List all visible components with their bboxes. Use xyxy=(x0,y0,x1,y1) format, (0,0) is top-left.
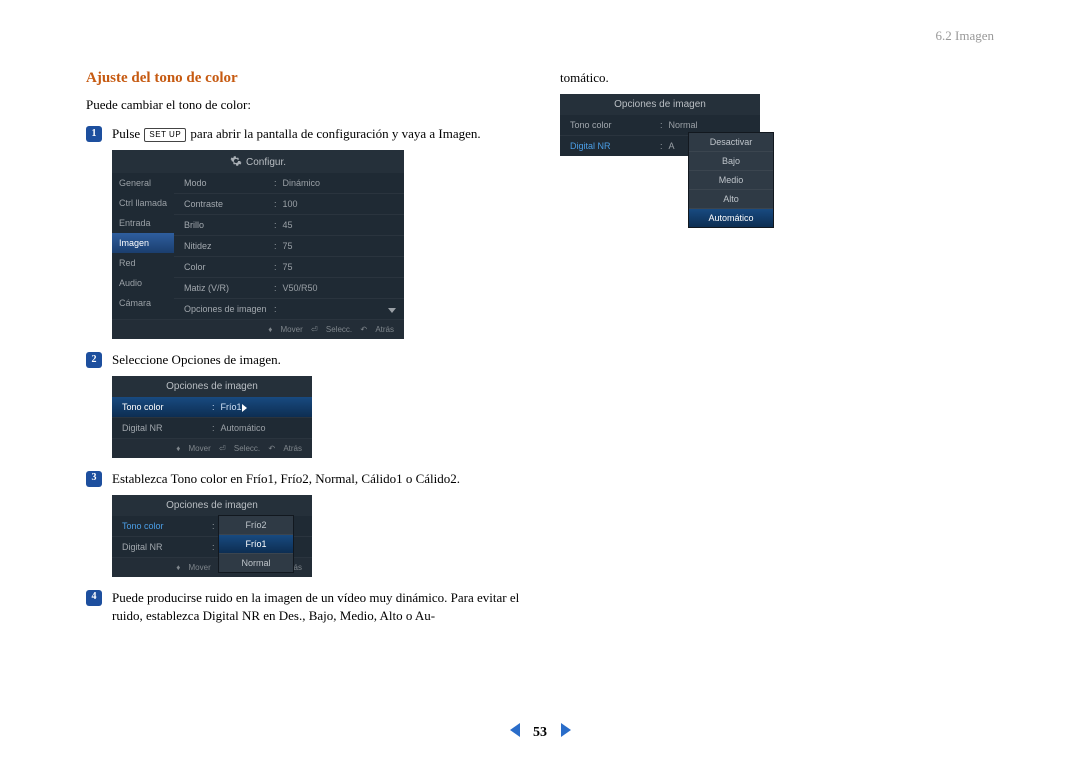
popup-frio2[interactable]: Frío2 xyxy=(219,516,293,534)
popup-frio1[interactable]: Frío1 xyxy=(219,534,293,553)
osd4-popup: Desactivar Bajo Medio Alto Automático xyxy=(688,132,774,228)
osd1-side-general[interactable]: General xyxy=(112,173,174,193)
next-page-icon[interactable] xyxy=(561,723,571,737)
osd2-row-digital[interactable]: Digital NRAutomático xyxy=(112,417,312,438)
section-title: Ajuste del tono de color xyxy=(86,70,520,87)
osd-opciones-1: Opciones de imagen Tono colorFrío1 Digit… xyxy=(112,376,312,458)
osd2-footer: ♦ Mover ⏎ Selecc. ↶ Atrás xyxy=(112,438,312,458)
osd4-title: Opciones de imagen xyxy=(560,94,760,115)
osd3-title: Opciones de imagen xyxy=(112,495,312,516)
osd3-popup: Frío2 Frío1 Normal xyxy=(218,515,294,573)
osd1-row-nitidez[interactable]: Nitidez75 xyxy=(174,235,404,256)
step-4-text: Puede producirse ruido en la imagen de u… xyxy=(112,589,520,627)
step-badge-2: 2 xyxy=(86,352,102,368)
osd1-row-matiz[interactable]: Matiz (V/R)V50/R50 xyxy=(174,277,404,298)
osd1-title: Configur. xyxy=(112,150,404,173)
step-badge-4: 4 xyxy=(86,590,102,606)
step-badge-3: 3 xyxy=(86,471,102,487)
osd1-row-color[interactable]: Color75 xyxy=(174,256,404,277)
selecc-hint: ⏎ Selecc. xyxy=(311,325,352,334)
step-4: 4 Puede producirse ruido en la imagen de… xyxy=(86,589,520,627)
header-section: 6.2 Imagen xyxy=(936,28,994,44)
osd1-row-opciones[interactable]: Opciones de imagen xyxy=(174,298,404,319)
osd1-side-red[interactable]: Red xyxy=(112,253,174,273)
atras-hint: ↶ Atrás xyxy=(360,325,394,334)
osd2-row-tono[interactable]: Tono colorFrío1 xyxy=(112,397,312,417)
popup-medio[interactable]: Medio xyxy=(689,170,773,189)
osd1-sidebar: General Ctrl llamada Entrada Imagen Red … xyxy=(112,173,174,319)
scroll-down-icon xyxy=(388,308,396,313)
osd1-side-camara[interactable]: Cámara xyxy=(112,293,174,313)
step-1-b: para abrir la pantalla de configuración … xyxy=(190,126,480,141)
popup-desactivar[interactable]: Desactivar xyxy=(689,133,773,151)
popup-bajo[interactable]: Bajo xyxy=(689,151,773,170)
mover-hint: ♦ Mover xyxy=(268,325,303,334)
prev-page-icon[interactable] xyxy=(510,723,520,737)
step-1-text: Pulse SET UP para abrir la pantalla de c… xyxy=(112,125,520,144)
step-3: 3 Establezca Tono color en Frío1, Frío2,… xyxy=(86,470,520,489)
popup-automatico[interactable]: Automático xyxy=(689,208,773,227)
osd1-footer: ♦ Mover ⏎ Selecc. ↶ Atrás xyxy=(112,319,404,339)
step-badge-1: 1 xyxy=(86,126,102,142)
continued-text: tomático. xyxy=(560,70,994,86)
popup-alto[interactable]: Alto xyxy=(689,189,773,208)
step-3-text: Establezca Tono color en Frío1, Frío2, N… xyxy=(112,470,520,489)
osd1-row-contraste[interactable]: Contraste100 xyxy=(174,193,404,214)
osd-opciones-2: Opciones de imagen Tono colorFríc Digita… xyxy=(112,495,312,577)
osd-opciones-3: Opciones de imagen Tono colorNormal Digi… xyxy=(560,94,760,156)
left-column: Ajuste del tono de color Puede cambiar e… xyxy=(86,28,520,632)
popup-normal[interactable]: Normal xyxy=(219,553,293,572)
gear-icon xyxy=(230,155,242,167)
step-2: 2 Seleccione Opciones de imagen. xyxy=(86,351,520,370)
osd1-side-audio[interactable]: Audio xyxy=(112,273,174,293)
osd1-side-ctrl[interactable]: Ctrl llamada xyxy=(112,193,174,213)
osd-configur: Configur. General Ctrl llamada Entrada I… xyxy=(112,150,404,339)
chevron-right-icon xyxy=(242,404,247,412)
osd1-side-entrada[interactable]: Entrada xyxy=(112,213,174,233)
setup-key: SET UP xyxy=(144,128,186,142)
osd2-title: Opciones de imagen xyxy=(112,376,312,397)
step-1: 1 Pulse SET UP para abrir la pantalla de… xyxy=(86,125,520,144)
osd1-side-imagen[interactable]: Imagen xyxy=(112,233,174,253)
intro-text: Puede cambiar el tono de color: xyxy=(86,97,520,113)
page-number: 53 xyxy=(533,725,547,740)
step-1-a: Pulse xyxy=(112,126,140,141)
osd1-row-brillo[interactable]: Brillo45 xyxy=(174,214,404,235)
step-2-text: Seleccione Opciones de imagen. xyxy=(112,351,520,370)
page-nav: 53 xyxy=(0,723,1080,741)
osd1-row-modo[interactable]: ModoDinámico xyxy=(174,173,404,193)
right-column: tomático. Opciones de imagen Tono colorN… xyxy=(560,28,994,632)
osd1-main: ModoDinámico Contraste100 Brillo45 Nitid… xyxy=(174,173,404,319)
